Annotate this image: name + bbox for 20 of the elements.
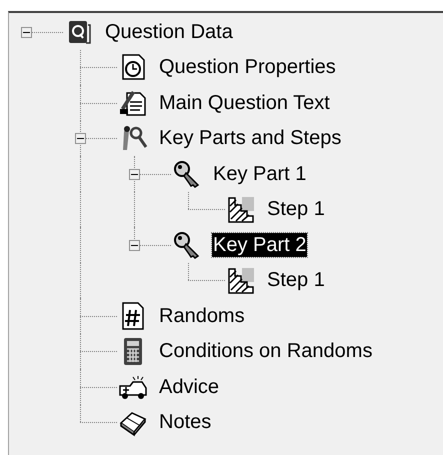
- tree-item[interactable]: Step 1: [266, 268, 326, 292]
- expander-button[interactable]: [129, 168, 140, 180]
- expander-button[interactable]: [129, 240, 140, 251]
- key-icon: [172, 230, 202, 260]
- tree-item[interactable]: Question Data: [104, 20, 234, 44]
- tree-item[interactable]: Question Properties: [158, 55, 337, 80]
- tree-item[interactable]: Key Parts and Steps: [158, 126, 342, 150]
- tree-item[interactable]: Step 1: [266, 197, 326, 222]
- stairs-icon: [226, 265, 256, 296]
- tree-item[interactable]: Notes: [158, 410, 212, 434]
- tree-item[interactable]: Randoms: [158, 304, 246, 328]
- tree-item[interactable]: Main Question Text: [158, 90, 331, 115]
- expander-button[interactable]: [21, 26, 32, 38]
- expander-button[interactable]: [75, 133, 86, 144]
- key-icon: [172, 158, 202, 189]
- tree-item[interactable]: Key Part 1: [212, 162, 308, 186]
- tree-item[interactable]: Conditions on Randoms: [158, 339, 374, 364]
- tree-item[interactable]: Advice: [158, 374, 220, 399]
- stairs-icon: [226, 194, 256, 224]
- tree-item[interactable]: Key Part 2: [212, 232, 308, 257]
